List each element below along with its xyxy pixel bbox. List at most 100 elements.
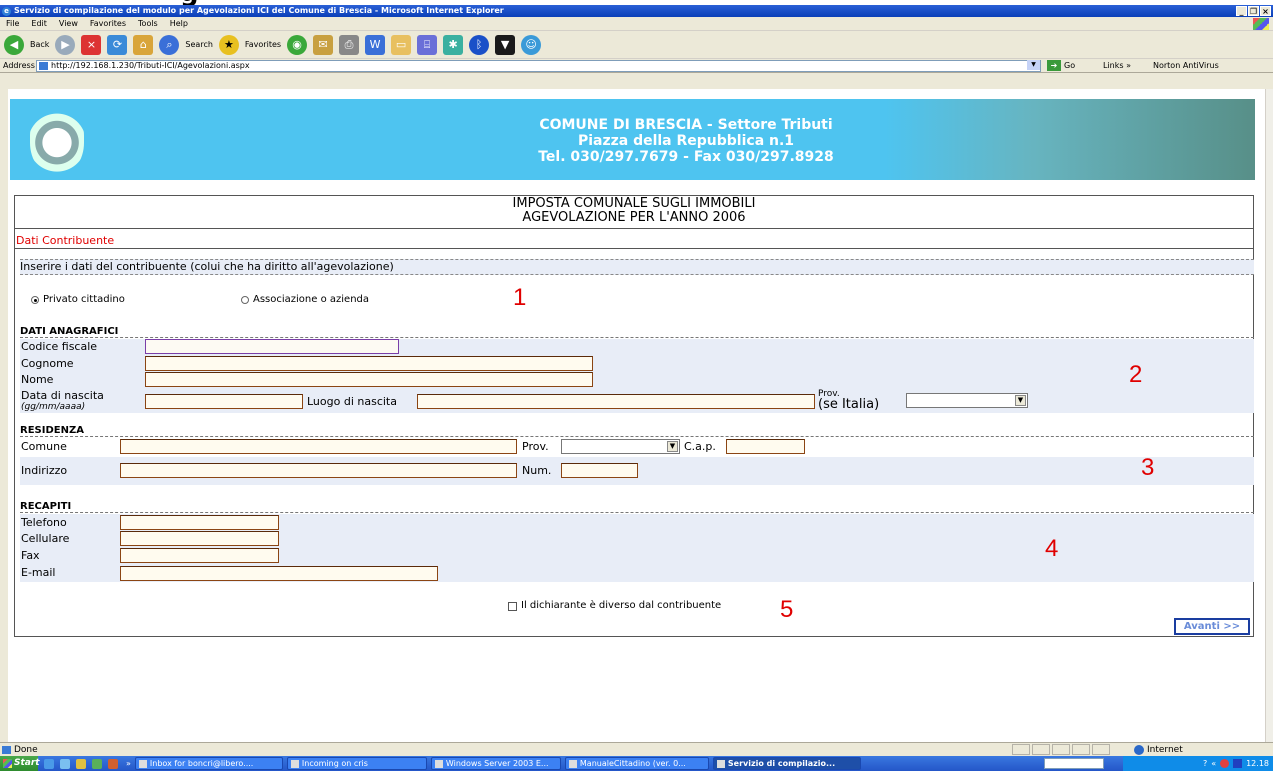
label-cap: C.a.p. <box>684 440 716 453</box>
stop-icon[interactable]: × <box>81 34 102 55</box>
windows-logo-icon <box>1253 18 1269 30</box>
forward-arrow-icon[interactable]: ▶ <box>55 34 76 55</box>
maximize-button[interactable]: ❐ <box>1248 6 1259 16</box>
label-comune: Comune <box>21 440 67 453</box>
favorites-button[interactable]: Favorites <box>245 40 281 49</box>
window-controls: _ ❐ × <box>1236 6 1271 16</box>
cellulare-input[interactable] <box>120 531 279 546</box>
menu-file[interactable]: File <box>6 19 19 28</box>
task-incoming[interactable]: Incoming on cris <box>286 757 427 770</box>
section-anagrafici: DATI ANAGRAFICI <box>20 326 1254 338</box>
download-icon[interactable]: ▼ <box>495 34 516 55</box>
radio-button-selected[interactable] <box>31 295 39 304</box>
norton-button[interactable]: Norton AntiVirus <box>1153 61 1219 70</box>
banner-line3: Tel. 030/297.7679 - Fax 030/297.8928 <box>538 149 834 165</box>
radio-button[interactable] <box>241 295 249 304</box>
go-arrow-icon: ➔ <box>1047 60 1061 71</box>
users-icon[interactable]: ☺ <box>521 34 542 55</box>
prov-nascita-select[interactable]: ▼ <box>906 393 1028 408</box>
fax-input[interactable] <box>120 548 279 563</box>
codice-fiscale-input[interactable] <box>145 339 399 354</box>
brescia-crest-logo <box>30 103 84 175</box>
nome-input[interactable] <box>145 372 593 387</box>
back-arrow-icon[interactable]: ◀ <box>4 34 24 55</box>
mail-icon[interactable]: ✉ <box>313 34 334 55</box>
vertical-scrollbar[interactable] <box>1265 89 1273 742</box>
quicklaunch-ie-icon[interactable] <box>44 758 54 769</box>
telefono-input[interactable] <box>120 515 279 530</box>
search-icon[interactable]: ⌕ <box>159 34 180 55</box>
system-tray: ? « 12.18 <box>1123 756 1273 771</box>
form-header-line2: AGEVOLAZIONE PER L'ANNO 2006 <box>522 210 746 225</box>
quicklaunch-desktop-icon[interactable] <box>60 758 70 769</box>
tray-help-icon[interactable]: ? <box>1203 759 1207 768</box>
quicklaunch-messenger-icon[interactable] <box>92 758 102 769</box>
annotation-2: 2 <box>1129 361 1143 388</box>
form-header-line1: IMPOSTA COMUNALE SUGLI IMMOBILI <box>512 196 756 211</box>
task-windows-server[interactable]: Windows Server 2003 E... <box>430 757 561 770</box>
luogo-nascita-input[interactable] <box>417 394 815 409</box>
dichiarante-checkbox[interactable] <box>508 602 517 611</box>
address-url: http://192.168.1.230/Tributi-ICI/Agevola… <box>51 61 250 70</box>
close-button[interactable]: × <box>1260 6 1271 16</box>
email-input[interactable] <box>120 566 438 581</box>
folder-icon[interactable]: ▭ <box>391 34 412 55</box>
address-label: Address <box>3 61 35 70</box>
go-button[interactable]: ➔ Go <box>1047 60 1075 71</box>
prov-residenza-select[interactable]: ▼ <box>561 439 680 454</box>
links-button[interactable]: Links » <box>1103 61 1131 70</box>
media-icon[interactable]: ◉ <box>287 34 308 55</box>
annotation-3: 3 <box>1141 454 1155 481</box>
annotation-5: 5 <box>780 596 794 623</box>
print-icon[interactable]: ⎙ <box>339 34 360 55</box>
cap-input[interactable] <box>726 439 805 454</box>
status-cell <box>1092 744 1110 755</box>
minimize-button[interactable]: _ <box>1236 6 1247 16</box>
label-nome: Nome <box>21 373 54 386</box>
messenger-icon[interactable]: ✱ <box>443 34 464 55</box>
radio-privato[interactable]: Privato cittadino <box>31 294 125 305</box>
home-icon[interactable]: ⌂ <box>133 34 154 55</box>
favorites-star-icon[interactable]: ★ <box>218 34 239 55</box>
page-done-icon <box>2 746 11 754</box>
status-cells <box>1012 744 1110 755</box>
menu-edit[interactable]: Edit <box>31 19 47 28</box>
taskbar: Start » Inbox for boncri@libero.... Inco… <box>0 756 1273 771</box>
cognome-input[interactable] <box>145 356 593 371</box>
radio-associazione[interactable]: Associazione o azienda <box>241 294 369 305</box>
research-icon[interactable]: ⌸ <box>417 34 438 55</box>
status-cell <box>1072 744 1090 755</box>
comune-input[interactable] <box>120 439 517 454</box>
menu-tools[interactable]: Tools <box>138 19 158 28</box>
menu-view[interactable]: View <box>59 19 78 28</box>
task-inbox[interactable]: Inbox for boncri@libero.... <box>134 757 283 770</box>
quicklaunch-player-icon[interactable] <box>108 758 118 769</box>
refresh-icon[interactable]: ⟳ <box>107 34 128 55</box>
tray-network-icon[interactable] <box>1233 759 1243 768</box>
radio-associazione-label: Associazione o azienda <box>253 294 370 305</box>
avanti-button[interactable]: Avanti >> <box>1174 618 1250 635</box>
task-servizio[interactable]: Servizio di compilazio... <box>712 757 861 770</box>
quicklaunch-more-icon[interactable]: » <box>126 759 131 768</box>
quicklaunch-mail-icon[interactable] <box>76 758 86 769</box>
data-nascita-input[interactable] <box>145 394 303 409</box>
num-input[interactable] <box>561 463 638 478</box>
back-button[interactable]: Back <box>30 40 49 49</box>
tray-antivirus-icon[interactable] <box>1220 759 1230 768</box>
tray-expand-icon[interactable]: « <box>1211 759 1216 768</box>
address-dropdown-icon[interactable]: ▼ <box>1027 60 1040 70</box>
ie-icon: e <box>2 7 11 16</box>
task-manuale[interactable]: ManualeCittadino (ver. 0... <box>564 757 709 770</box>
search-button[interactable]: Search <box>185 40 212 49</box>
menu-favorites[interactable]: Favorites <box>90 19 126 28</box>
security-zone: Internet <box>1147 745 1183 755</box>
bluetooth-icon[interactable]: ᛒ <box>469 34 490 55</box>
taskbar-address-input[interactable] <box>1044 758 1104 769</box>
indirizzo-input[interactable] <box>120 463 517 478</box>
label-num: Num. <box>522 464 552 477</box>
start-button[interactable]: Start <box>0 756 40 771</box>
edit-icon[interactable]: W <box>365 34 386 55</box>
address-input[interactable]: http://192.168.1.230/Tributi-ICI/Agevola… <box>36 60 1041 72</box>
label-cellulare: Cellulare <box>21 532 70 545</box>
menu-help[interactable]: Help <box>170 19 188 28</box>
